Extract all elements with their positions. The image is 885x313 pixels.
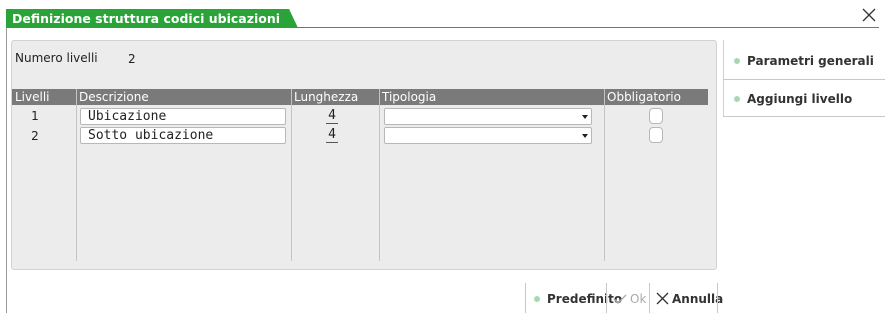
side-item-aggiungi-livello[interactable]: Aggiungi livello xyxy=(734,92,852,106)
numero-livelli-value[interactable]: 2 xyxy=(128,51,136,66)
bullet-icon xyxy=(734,96,740,102)
main-panel xyxy=(11,40,717,270)
side-menu-divider xyxy=(723,116,885,117)
row-1-tipologia-select[interactable] xyxy=(384,108,592,125)
ok-label: Ok xyxy=(630,292,647,306)
ok-button[interactable]: Ok xyxy=(613,292,646,308)
row-1-lunghezza-field[interactable]: 4 xyxy=(326,108,338,124)
column-header-livelli[interactable]: Livelli xyxy=(12,89,76,105)
check-icon xyxy=(613,293,627,308)
column-header-tipologia[interactable]: Tipologia xyxy=(379,89,604,105)
predefinito-button[interactable]: Predefinito xyxy=(534,292,622,306)
window-title: Definizione struttura codici ubicazioni xyxy=(6,9,298,28)
window-left-border xyxy=(6,28,7,313)
footer-divider xyxy=(717,283,718,313)
side-item-label: Aggiungi livello xyxy=(747,92,853,106)
column-divider xyxy=(76,89,77,261)
annulla-button[interactable]: Annulla xyxy=(656,292,723,308)
row-1-obbligatorio-checkbox[interactable] xyxy=(649,108,663,124)
row-1-descrizione-input[interactable]: Ubicazione xyxy=(80,108,286,125)
side-menu-divider xyxy=(723,79,885,80)
row-1-livello: 1 xyxy=(31,109,39,123)
row-2-obbligatorio-checkbox[interactable] xyxy=(649,127,663,143)
column-divider xyxy=(604,89,605,261)
column-header-obbligatorio[interactable]: Obbligatorio xyxy=(604,89,708,105)
side-item-parametri-generali[interactable]: Parametri generali xyxy=(734,54,874,68)
bullet-icon xyxy=(534,296,540,302)
column-header-lunghezza[interactable]: Lunghezza xyxy=(291,89,379,105)
footer-divider xyxy=(606,283,607,313)
column-divider xyxy=(291,89,292,261)
row-2-descrizione-input[interactable]: Sotto ubicazione xyxy=(80,127,286,144)
close-icon[interactable] xyxy=(861,7,877,23)
row-2-tipologia-select[interactable] xyxy=(384,127,592,144)
footer-divider xyxy=(649,283,650,313)
bullet-icon xyxy=(734,58,740,64)
chevron-down-icon xyxy=(582,115,588,119)
row-2-lunghezza-field[interactable]: 4 xyxy=(326,127,338,143)
column-header-descrizione[interactable]: Descrizione xyxy=(76,89,291,105)
side-item-label: Parametri generali xyxy=(747,54,874,68)
chevron-down-icon xyxy=(582,134,588,138)
title-underline xyxy=(6,27,879,28)
row-2-livello: 2 xyxy=(31,129,39,143)
close-icon xyxy=(656,292,669,308)
footer-divider xyxy=(525,283,526,313)
predefinito-label: Predefinito xyxy=(547,292,623,306)
numero-livelli-label: Numero livelli xyxy=(15,51,98,65)
annulla-label: Annulla xyxy=(672,292,724,306)
column-divider xyxy=(379,89,380,261)
